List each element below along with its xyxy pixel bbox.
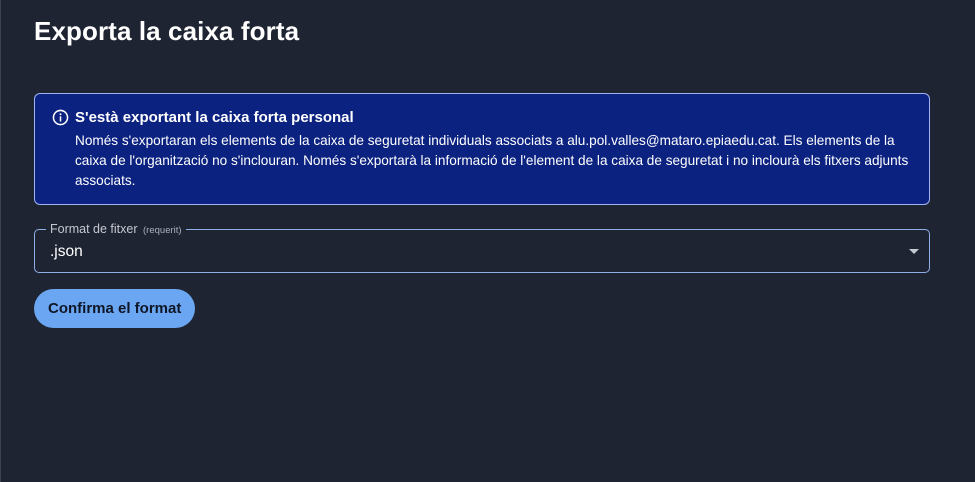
file-format-label-text: Format de fitxer	[50, 222, 138, 236]
confirm-format-button[interactable]: Confirma el format	[34, 289, 196, 328]
file-format-select[interactable]: Format de fitxer (requerit) .json	[34, 221, 930, 273]
page-title: Exporta la caixa forta	[34, 16, 300, 46]
callout-title: S'està exportant la caixa forta personal	[75, 109, 354, 126]
export-vault-page: Exporta la caixa forta S'està exportant …	[0, 0, 975, 482]
info-callout: S'està exportant la caixa forta personal…	[34, 93, 930, 205]
file-format-label: Format de fitxer (requerit)	[46, 221, 186, 239]
info-icon	[52, 109, 69, 126]
callout-body: Només s'exportaran els elements de la ca…	[75, 133, 909, 188]
file-format-value: .json	[50, 243, 83, 260]
required-note: (requerit)	[143, 225, 182, 236]
caret-down-icon[interactable]	[909, 249, 919, 254]
